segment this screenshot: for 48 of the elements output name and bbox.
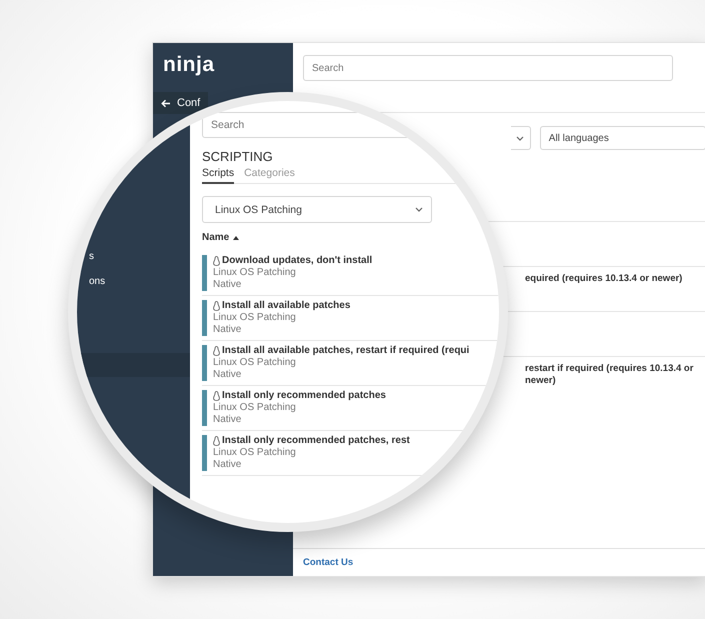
script-language: Native bbox=[213, 369, 242, 381]
row-marker bbox=[202, 300, 207, 336]
script-category: Linux OS Patching bbox=[213, 357, 297, 369]
logo: ninja bbox=[162, 52, 216, 78]
script-category: Linux OS Patching bbox=[213, 447, 297, 459]
contact-link[interactable]: Contact Us bbox=[303, 557, 354, 568]
script-row[interactable]: Install only recommended patches, rest Linux OS Patching Native bbox=[202, 431, 499, 476]
row-marker bbox=[202, 435, 207, 471]
search-field[interactable]: Search bbox=[303, 55, 673, 81]
penguin-icon bbox=[213, 301, 220, 311]
script-category: Linux OS Patching bbox=[213, 267, 297, 279]
script-category: Linux OS Patching bbox=[213, 312, 297, 324]
script-row[interactable]: Install only recommended patches Linux OS Patching Native bbox=[202, 386, 499, 431]
script-row[interactable]: Install all available patches, restart if required (requi Linux OS Patching Native bbox=[202, 341, 499, 386]
sidebar-item[interactable]: ons bbox=[77, 276, 190, 287]
script-name: Download updates, don't install bbox=[222, 255, 372, 267]
row-marker bbox=[202, 255, 207, 291]
tab[interactable]: Scripts bbox=[202, 167, 234, 184]
script-row[interactable]: Download updates, don't install Linux OS Patching Native bbox=[202, 251, 499, 296]
back-label: Conf bbox=[177, 97, 200, 109]
script-name: Install all available patches bbox=[222, 300, 350, 312]
script-category: Linux OS Patching bbox=[213, 402, 297, 414]
penguin-icon bbox=[213, 256, 220, 266]
back-arrow-icon bbox=[161, 98, 171, 108]
back-link[interactable]: Conf bbox=[153, 92, 208, 114]
column-header[interactable]: Name bbox=[202, 232, 240, 243]
script-language: Native bbox=[213, 459, 242, 471]
script-row[interactable]: Install all available patches Linux OS Patching Native bbox=[202, 296, 499, 341]
chevron-down-icon bbox=[516, 136, 524, 140]
script-name: Install only recommended patches bbox=[222, 390, 386, 402]
chevron-down-icon bbox=[415, 207, 423, 212]
script-language: Native bbox=[213, 414, 242, 426]
script-language: Native bbox=[213, 324, 242, 336]
script-name: Install all available patches, restart if required (requi bbox=[222, 345, 470, 357]
script-name: equired (requires 10.13.4 or newer) bbox=[525, 273, 682, 285]
script-language: Native bbox=[213, 279, 242, 291]
sidebar-item[interactable]: s bbox=[77, 251, 190, 262]
section-heading: SCRIPTING bbox=[202, 149, 274, 164]
filter-select[interactable] bbox=[511, 126, 531, 150]
row-marker bbox=[202, 390, 207, 426]
script-name: restart if required (requires 10.13.4 or newer) bbox=[525, 363, 694, 387]
penguin-icon bbox=[213, 346, 220, 356]
script-name: Install only recommended patches, rest bbox=[222, 435, 410, 447]
category-select[interactable]: Linux OS Patching bbox=[202, 196, 432, 223]
language-select[interactable]: All languages bbox=[540, 126, 705, 150]
row-marker bbox=[202, 345, 207, 381]
penguin-icon bbox=[213, 391, 220, 401]
penguin-icon bbox=[213, 436, 220, 446]
